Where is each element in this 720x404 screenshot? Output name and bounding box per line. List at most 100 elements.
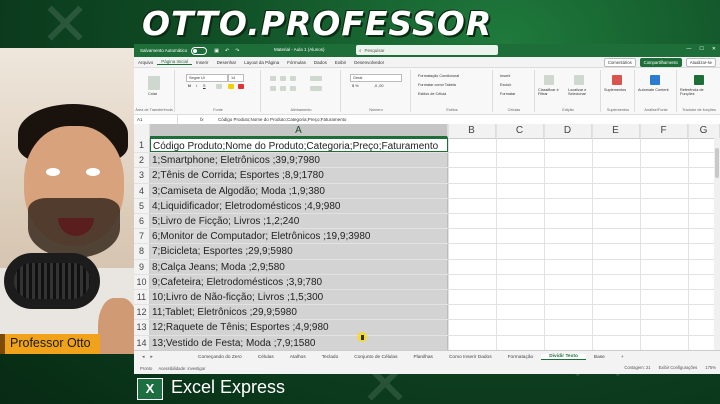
insert-cells-button[interactable]: Inserir [500, 74, 511, 78]
cell-a[interactable]: 6;Monitor de Computador; Eletrônicos ;19… [150, 229, 448, 244]
row-header[interactable]: 3 [134, 168, 150, 183]
cell-a[interactable]: 13;Vestido de Festa; Moda ;7,9;1580 [150, 335, 448, 350]
find-select-icon[interactable] [574, 75, 584, 85]
cell-a[interactable]: 8;Calça Jeans; Moda ;2,9;580 [150, 259, 448, 274]
share-button[interactable]: Compartilhamento [639, 58, 682, 67]
fill-color-icon[interactable] [228, 84, 234, 89]
row-header[interactable]: 12 [134, 305, 150, 320]
sheet-tab[interactable]: Planilhas [405, 355, 440, 360]
row-header[interactable]: 1 [134, 138, 150, 153]
number-format-select[interactable]: Geral [350, 74, 402, 82]
minimize-button[interactable]: — [686, 46, 691, 52]
font-color-icon[interactable] [238, 84, 244, 89]
column-header[interactable]: E [592, 124, 640, 138]
row-header[interactable]: 5 [134, 198, 150, 213]
column-header[interactable]: D [544, 124, 592, 138]
borders-icon[interactable] [216, 84, 222, 89]
column-header[interactable]: A [150, 124, 448, 138]
cell-a[interactable]: 10;Livro de Não-ficção; Livros ;1,5;300 [150, 290, 448, 305]
ribbon-tab[interactable]: Desenvolvedor [350, 60, 388, 65]
column-header[interactable]: C [496, 124, 544, 138]
sheet-tab[interactable]: Dividir Texto [541, 354, 586, 360]
row-header[interactable]: 9 [134, 259, 150, 274]
cell-a[interactable]: 9;Cafeteira; Eletrodomésticos ;3,9;780 [150, 274, 448, 289]
row-header[interactable]: 2 [134, 153, 150, 168]
row-header[interactable]: 11 [134, 290, 150, 305]
cell-a[interactable]: 11;Tablet; Eletrônicos ;29,9;5980 [150, 305, 448, 320]
sheet-tab[interactable]: Conjunto de Células [346, 355, 405, 360]
accessibility-status[interactable]: Acessibilidade: investigar [158, 366, 205, 371]
cell-a[interactable]: 12;Raquete de Tênis; Esportes ;4,9;980 [150, 320, 448, 335]
format-as-table-button[interactable]: Formatar como Tabela [418, 83, 456, 87]
automate-icon[interactable] [650, 75, 660, 85]
ribbon-tab[interactable]: Layout da Página [240, 60, 283, 65]
ribbon-tab[interactable]: Inserir [192, 60, 213, 65]
align-top-icon[interactable] [270, 76, 276, 81]
row-header[interactable]: 6 [134, 214, 150, 229]
ribbon-tab[interactable]: Página Inicial [157, 59, 193, 65]
row-header[interactable]: 7 [134, 229, 150, 244]
autosave-toggle[interactable] [191, 46, 208, 55]
save-icon[interactable]: ▣ [214, 48, 219, 54]
addins-icon[interactable] [612, 75, 622, 85]
row-header[interactable]: 14 [134, 335, 150, 350]
sort-filter-icon[interactable] [544, 75, 554, 85]
align-right-icon[interactable] [290, 86, 296, 91]
underline-button[interactable]: S [203, 84, 206, 88]
function-reference-icon[interactable] [694, 75, 704, 85]
next-sheet-icon[interactable]: ▸ [150, 355, 152, 360]
redo-icon[interactable]: ↷ [235, 48, 239, 54]
maximize-button[interactable]: ☐ [699, 46, 703, 52]
sheet-tab[interactable]: Atalhos [282, 355, 314, 360]
comments-button[interactable]: Comentários [603, 58, 636, 67]
italic-button[interactable]: I [196, 84, 197, 88]
row-header[interactable]: 13 [134, 320, 150, 335]
row-header[interactable]: 10 [134, 274, 150, 289]
vertical-scrollbar[interactable] [714, 138, 720, 350]
font-name-select[interactable]: Segoe UI [186, 74, 228, 82]
search-input[interactable]: ⌕ Pesquisar [356, 45, 498, 55]
cell-a[interactable]: 4;Liquidificador; Eletrodomésticos ;4,9;… [150, 198, 448, 213]
conditional-formatting-button[interactable]: Formatação Condicional [418, 74, 459, 78]
ribbon-tab[interactable]: Desenhar [213, 60, 241, 65]
align-left-icon[interactable] [270, 86, 276, 91]
close-button[interactable]: ✕ [712, 46, 716, 52]
merge-center-icon[interactable] [310, 86, 322, 91]
cell-a[interactable]: 3;Camiseta de Algodão; Moda ;1,9;380 [150, 183, 448, 198]
align-middle-icon[interactable] [280, 76, 286, 81]
sheet-navigation[interactable]: ◂ ▸ [134, 355, 190, 360]
ribbon-tab[interactable]: Fórmulas [283, 60, 310, 65]
ribbon-tab[interactable]: Dados [310, 60, 331, 65]
column-header[interactable]: F [640, 124, 688, 138]
format-cells-button[interactable]: Formatar [500, 92, 515, 96]
zoom-level[interactable]: 175% [705, 365, 716, 370]
column-header[interactable]: G [688, 124, 720, 138]
select-all-corner[interactable] [134, 124, 150, 138]
align-center-icon[interactable] [280, 86, 286, 91]
ribbon-tab[interactable]: Exibir [331, 60, 350, 65]
add-sheet-icon[interactable]: + [613, 355, 632, 360]
paste-icon[interactable] [148, 76, 160, 90]
row-header[interactable]: 4 [134, 183, 150, 198]
sheet-tab[interactable]: Formatação [500, 355, 542, 360]
sheet-tab[interactable]: Células [250, 355, 282, 360]
wrap-text-icon[interactable] [310, 76, 322, 81]
cell-styles-button[interactable]: Estilos de Célula [418, 92, 446, 96]
cell-a[interactable]: 7;Bicicleta; Esportes ;29,9;5980 [150, 244, 448, 259]
display-settings[interactable]: Exibir Configurações [659, 365, 698, 370]
prev-sheet-icon[interactable]: ◂ [142, 355, 144, 360]
sheet-tab[interactable]: Base [586, 355, 613, 360]
sheet-tab[interactable]: Como Inserir Dados [441, 355, 500, 360]
font-size-select[interactable]: 14 [228, 74, 244, 82]
delete-cells-button[interactable]: Excluir [500, 83, 511, 87]
cell-a[interactable]: 2;Tênis de Corrida; Esportes ;8,9;1780 [150, 168, 448, 183]
cell-a[interactable]: 5;Livro de Ficção; Livros ;1,2;240 [150, 214, 448, 229]
column-header[interactable]: B [448, 124, 496, 138]
ribbon-tab[interactable]: Arquivo [134, 60, 157, 65]
bold-button[interactable]: N [188, 84, 191, 88]
sheet-tab[interactable]: Começando do Zero [190, 355, 250, 360]
sheet-tab[interactable]: Teclado [314, 355, 347, 360]
row-header[interactable]: 8 [134, 244, 150, 259]
decimal-buttons[interactable]: ,0 ,00 [374, 84, 384, 88]
align-bottom-icon[interactable] [290, 76, 296, 81]
